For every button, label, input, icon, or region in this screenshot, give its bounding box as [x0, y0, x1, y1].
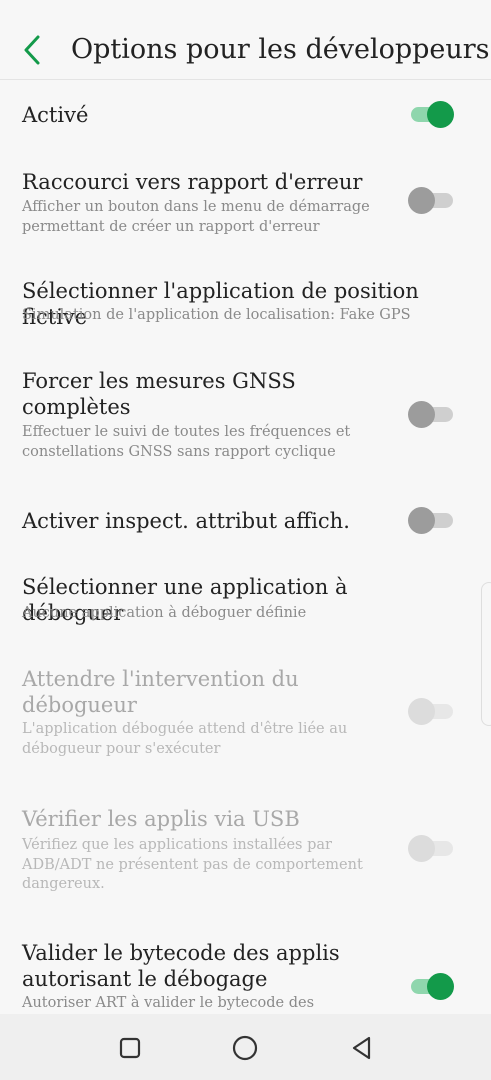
back-button[interactable]	[16, 30, 50, 70]
toggle-switch[interactable]	[408, 186, 454, 214]
toggle-switch[interactable]	[408, 834, 454, 862]
switch-thumb	[408, 401, 435, 428]
page-title: Options pour les développeurs	[71, 34, 490, 65]
back-nav-button[interactable]	[348, 1034, 376, 1062]
app-bar: Options pour les développeurs	[0, 0, 491, 80]
setting-subtitle: Aucune application à déboguer définie	[22, 605, 307, 621]
switch-thumb	[408, 187, 435, 214]
setting-title: Vérifier les applis via USB	[22, 807, 300, 831]
edge-panel-handle[interactable]	[481, 582, 491, 726]
switch-thumb	[427, 101, 454, 128]
circle-home-icon	[232, 1035, 258, 1061]
toggle-switch[interactable]	[408, 972, 454, 1000]
toggle-switch[interactable]	[408, 697, 454, 725]
setting-title: Valider le bytecode des applis autorisan…	[22, 941, 340, 991]
setting-subtitle: Autoriser ART à valider le bytecode des	[22, 995, 315, 1011]
setting-title: Attendre l'intervention du débogueur	[22, 667, 299, 717]
setting-subtitle: L'application déboguée attend d'être lié…	[22, 721, 348, 757]
setting-title: Raccourci vers rapport d'erreur	[22, 170, 363, 194]
home-button[interactable]	[231, 1034, 259, 1062]
toggle-switch[interactable]	[408, 506, 454, 534]
triangle-back-icon	[352, 1036, 371, 1060]
switch-thumb	[408, 698, 435, 725]
setting-subtitle: Afficher un bouton dans le menu de démar…	[22, 199, 370, 235]
setting-title: Activé	[22, 103, 89, 127]
system-navigation-bar	[0, 1014, 491, 1080]
toggle-switch[interactable]	[408, 400, 454, 428]
switch-thumb	[408, 507, 435, 534]
square-recents-icon	[119, 1037, 141, 1059]
setting-item-debug-app[interactable]: Sélectionner une application à déboguer …	[0, 568, 491, 668]
setting-subtitle: Simulation de l'application de localisat…	[22, 307, 411, 323]
setting-subtitle: Vérifiez que les applications installées…	[22, 837, 363, 892]
setting-item-active[interactable]: Activé	[0, 80, 491, 148]
setting-item-wait-for-debugger[interactable]: Attendre l'intervention du débogueur L'a…	[0, 664, 491, 808]
setting-subtitle: Effectuer le suivi de toutes les fréquen…	[22, 424, 351, 460]
setting-item-mock-location-app[interactable]: Sélectionner l'application de position f…	[0, 258, 491, 358]
setting-item-verify-apps-usb[interactable]: Vérifier les applis via USB Vérifiez que…	[0, 807, 491, 938]
setting-title: Activer inspect. attribut affich.	[22, 509, 350, 533]
arrow-back-icon	[24, 35, 40, 65]
setting-item-bug-report-shortcut[interactable]: Raccourci vers rapport d'erreur Afficher…	[0, 148, 491, 258]
setting-item-view-attribute-inspection[interactable]: Activer inspect. attribut affich.	[0, 506, 491, 568]
switch-thumb	[408, 835, 435, 862]
setting-item-force-gnss[interactable]: Forcer les mesures GNSS complètes Effect…	[0, 358, 491, 508]
recents-button[interactable]	[116, 1034, 144, 1062]
switch-thumb	[427, 973, 454, 1000]
setting-title: Forcer les mesures GNSS complètes	[22, 369, 296, 419]
toggle-switch[interactable]	[408, 100, 454, 128]
setting-item-validate-bytecode[interactable]: Valider le bytecode des applis autorisan…	[0, 938, 491, 1018]
